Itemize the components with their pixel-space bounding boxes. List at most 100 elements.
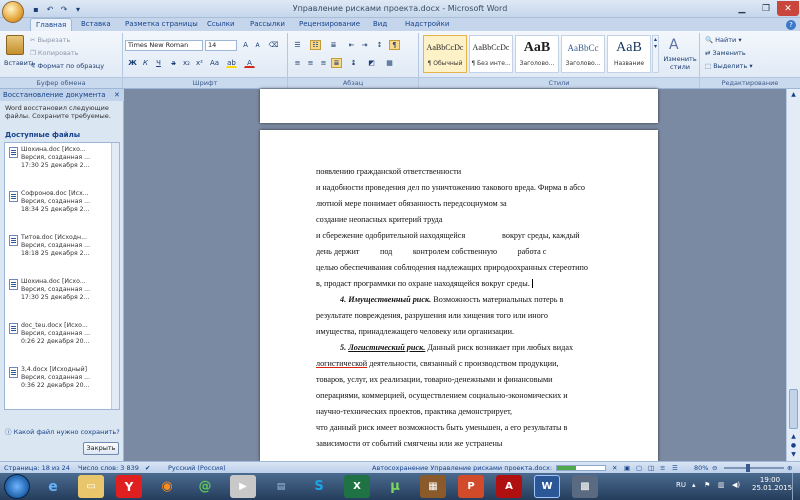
mail-agent-icon[interactable]: @ xyxy=(192,475,218,498)
firefox-icon[interactable]: ◉ xyxy=(154,475,180,498)
align-left-icon[interactable]: ≡ xyxy=(292,58,303,68)
window-title: Управление рисками проекта.docx - Micros… xyxy=(292,4,508,13)
select-button[interactable]: ⬚ Выделить ▾ xyxy=(705,62,753,70)
tab-insert[interactable]: Вставка xyxy=(76,18,116,31)
list-item[interactable]: Софронов.doc [Исх... Версия, созданная ..… xyxy=(9,190,123,230)
list-item[interactable]: Шохина.doc [Исхо... Версия, созданная ...… xyxy=(9,278,123,318)
justify-icon[interactable]: ≣ xyxy=(331,58,342,68)
sort-icon[interactable]: ↕ xyxy=(374,40,385,50)
style-no-spacing[interactable]: AaBbCcDc ¶ Без инте... xyxy=(469,35,513,73)
scrollbar-thumb[interactable] xyxy=(789,389,798,429)
word-icon[interactable]: W xyxy=(534,475,560,498)
show-desktop-button[interactable] xyxy=(792,473,800,500)
close-button[interactable]: Закрыть xyxy=(83,442,119,455)
style-normal[interactable]: AaBbCcDc ¶ Обычный xyxy=(423,35,467,73)
tab-view[interactable]: Вид xyxy=(368,18,392,31)
document-icon xyxy=(9,367,18,378)
clear-format-icon[interactable]: ⌫ xyxy=(268,40,279,50)
app-icon[interactable]: ▩ xyxy=(572,475,598,498)
font-size-combo[interactable]: 14 xyxy=(205,40,237,51)
tab-references[interactable]: Ссылки xyxy=(202,18,240,31)
shading-icon[interactable]: ◩ xyxy=(366,58,377,68)
skype-icon[interactable]: S xyxy=(306,475,332,498)
file-explorer-icon[interactable]: ▭ xyxy=(78,475,104,498)
media-player-icon[interactable]: ▶ xyxy=(230,475,256,498)
subscript-icon[interactable]: x₂ xyxy=(181,58,192,68)
format-painter-button[interactable]: ✎ Формат по образцу xyxy=(30,62,104,70)
excel-icon[interactable]: X xyxy=(344,475,370,498)
volume-icon[interactable]: ◀) xyxy=(732,481,740,489)
shrink-font-icon[interactable]: A xyxy=(252,40,263,50)
align-center-icon[interactable]: ≡ xyxy=(305,58,316,68)
utorrent-icon[interactable]: µ xyxy=(382,475,408,498)
paste-icon[interactable] xyxy=(6,35,24,55)
styles-scroll[interactable]: ▴ ▾ xyxy=(652,35,659,73)
tray-arrow-icon[interactable]: ▴ xyxy=(692,481,696,489)
file-list-scrollbar[interactable] xyxy=(111,143,119,409)
close-icon[interactable]: ✕ xyxy=(777,1,799,16)
grow-font-icon[interactable]: A xyxy=(240,40,251,50)
change-styles-icon[interactable]: A xyxy=(669,37,685,53)
line-spacing-icon[interactable]: ↨ xyxy=(348,58,359,68)
borders-icon[interactable]: ▦ xyxy=(384,58,395,68)
vertical-scrollbar[interactable]: ▲ ▲ ● ▼ xyxy=(786,89,800,461)
copy-button[interactable]: ❐ Копировать xyxy=(30,49,79,57)
office-button[interactable] xyxy=(2,1,24,23)
next-page-icon[interactable]: ▼ xyxy=(789,451,798,460)
change-case-icon[interactable]: Aa xyxy=(209,58,220,68)
yandex-icon[interactable]: Y xyxy=(116,475,142,498)
strikethrough-icon[interactable]: a xyxy=(168,58,179,68)
decrease-indent-icon[interactable]: ⇤ xyxy=(346,40,357,50)
start-button[interactable] xyxy=(4,474,30,499)
tab-mailings[interactable]: Рассылки xyxy=(245,18,290,31)
show-marks-icon[interactable]: ¶ xyxy=(389,40,400,50)
style-heading-1[interactable]: AaB Заголово... xyxy=(515,35,559,73)
network-icon[interactable]: ▥ xyxy=(718,481,725,489)
bullets-icon[interactable]: ☰ xyxy=(292,40,303,50)
tab-review[interactable]: Рецензирование xyxy=(294,18,365,31)
tab-home[interactable]: Главная xyxy=(30,18,73,31)
browse-object-icon[interactable]: ● xyxy=(789,442,798,451)
align-right-icon[interactable]: ≡ xyxy=(318,58,329,68)
superscript-icon[interactable]: x² xyxy=(194,58,205,68)
scroll-up-icon[interactable]: ▲ xyxy=(789,91,798,100)
folder-icon[interactable]: ▤ xyxy=(268,475,294,498)
powerpoint-icon[interactable]: P xyxy=(458,475,484,498)
language-indicator[interactable]: RU xyxy=(676,481,686,489)
underline-icon[interactable]: Ч xyxy=(153,58,164,68)
list-item[interactable]: Шохина.doc [Исхо... Версия, созданная ...… xyxy=(9,146,123,186)
list-item[interactable]: Титов.doc [Исходн... Версия, созданная ..… xyxy=(9,234,123,274)
page-current[interactable]: появлению гражданской ответственности и … xyxy=(260,130,658,461)
change-styles-button[interactable]: Изменить стили xyxy=(663,55,697,71)
minimize-icon[interactable]: ▁ xyxy=(730,1,754,16)
flag-icon[interactable]: ⚑ xyxy=(704,481,710,489)
clock[interactable]: 19:00 25.01.2015 xyxy=(752,476,792,492)
style-title[interactable]: AaB Название xyxy=(607,35,651,73)
help-icon[interactable]: ? xyxy=(786,20,796,30)
bold-icon[interactable]: Ж xyxy=(127,58,138,68)
highlight-icon[interactable]: ab xyxy=(226,58,237,68)
acrobat-icon[interactable]: A xyxy=(496,475,522,498)
close-icon[interactable]: ✕ xyxy=(114,91,120,99)
zoom-slider-thumb[interactable] xyxy=(746,464,750,472)
list-item[interactable]: doc_teu.docx [Исхо... Версия, созданная .… xyxy=(9,322,123,362)
tab-page-layout[interactable]: Разметка страницы xyxy=(120,18,203,31)
zoom-slider[interactable] xyxy=(724,467,784,469)
italic-icon[interactable]: К xyxy=(140,58,151,68)
find-button[interactable]: 🔍 Найти ▾ xyxy=(705,36,742,44)
winrar-icon[interactable]: ▦ xyxy=(420,475,446,498)
maximize-icon[interactable]: ❐ xyxy=(754,1,778,16)
font-name-combo[interactable]: Times New Roman xyxy=(125,40,203,51)
font-color-icon[interactable]: A xyxy=(244,58,255,68)
tab-addins[interactable]: Надстройки xyxy=(400,18,454,31)
increase-indent-icon[interactable]: ⇥ xyxy=(359,40,370,50)
cut-button[interactable]: ✂ Вырезать xyxy=(30,36,70,44)
which-file-help-link[interactable]: ⓘ Какой файл нужно сохранить? xyxy=(5,426,120,436)
internet-explorer-icon[interactable]: e xyxy=(40,475,66,498)
prev-page-icon[interactable]: ▲ xyxy=(789,433,798,442)
multilevel-list-icon[interactable]: ≣ xyxy=(328,40,339,50)
numbering-icon[interactable]: ☷ xyxy=(310,40,321,50)
replace-button[interactable]: ⇄ Заменить xyxy=(705,49,746,57)
list-item[interactable]: 3,4.docx [Исходный] Версия, созданная ...… xyxy=(9,366,123,406)
style-heading-2[interactable]: AaBbCc Заголово... xyxy=(561,35,605,73)
